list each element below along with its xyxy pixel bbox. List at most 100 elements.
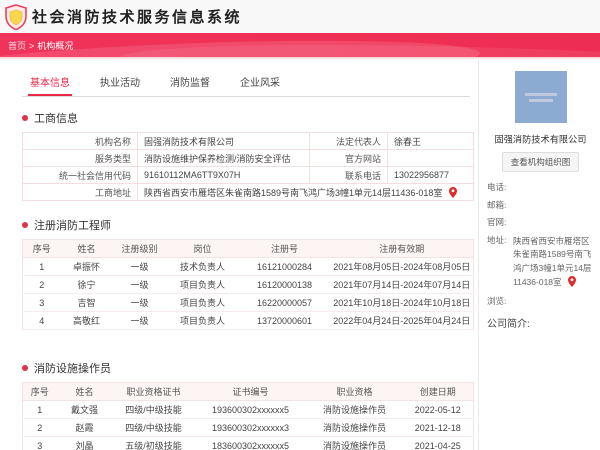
section-engineers: 注册消防工程师 [22, 217, 470, 233]
table-cell: 4 [22, 311, 61, 330]
views-label: 浏览: [487, 296, 507, 307]
column-header: 序号 [22, 239, 61, 258]
table-row: 统一社会信用代码 91610112MA6TT9X07H 联系电话 1302295… [22, 166, 474, 184]
table-cell: 消防设施操作员 [306, 418, 403, 437]
column-header: 注册级别 [112, 239, 167, 258]
website-value [387, 149, 474, 167]
address-value: 陕西省西安市雁塔区朱雀南路1589号南飞鸿广场3幢1单元14层11436-018… [513, 235, 592, 287]
email-label: 邮箱: [487, 199, 507, 210]
location-pin-icon[interactable] [448, 186, 457, 198]
section-dot-icon [22, 115, 28, 121]
table-row: 2 徐宁 一级 项目负责人 16120000138 2021年07月14日-2024年07… [22, 275, 474, 294]
table-cell: 消防设施操作员 [306, 436, 403, 450]
table-cell: 16220000057 [238, 293, 331, 312]
column-header: 注册有效期 [330, 239, 474, 258]
table-cell: 2021年07月14日-2024年07月14日 [330, 275, 474, 294]
table-cell: 2022-05-12 [402, 400, 474, 419]
app-title: 社会消防技术服务信息系统 [32, 9, 243, 26]
company-sidebar: 固强消防技术有限公司 查看机构组织图 电话: 邮箱: 官网: 地址: 陕西省西安… [478, 60, 600, 450]
sidebar-company-name: 固强消防技术有限公司 [494, 135, 587, 146]
section-title-text: 消防设施操作员 [34, 363, 111, 375]
table-cell: 项目负责人 [166, 293, 239, 312]
company-logo-image [514, 71, 567, 123]
column-header: 岗位 [166, 239, 239, 258]
table-cell: 193600302xxxxxx5 [194, 400, 307, 419]
section-dot-icon [22, 365, 28, 371]
sidebar-website-row: 官网: [487, 217, 594, 228]
service-type-label: 服务类型 [22, 149, 138, 167]
table-row: 1 卓振怀 一级 技术负责人 16121000284 2021年08月05日-2024年0… [22, 257, 474, 276]
table-row: 3 吉智 一级 项目负责人 16220000057 2021年10月18日-2024年10… [22, 293, 474, 312]
table-cell: 项目负责人 [166, 275, 239, 294]
contact-phone-label: 联系电话 [309, 166, 388, 184]
table-cell: 一级 [112, 311, 167, 330]
table-cell: 项目负责人 [166, 311, 239, 330]
column-header: 序号 [22, 382, 57, 401]
tab-basic-info[interactable]: 基本信息 [28, 68, 72, 96]
column-header: 职业资格 [306, 382, 403, 401]
tab-company-showcase[interactable]: 企业风采 [238, 68, 282, 96]
table-cell: 技术负责人 [166, 257, 239, 276]
tab-fire-supervision[interactable]: 消防监督 [168, 68, 212, 96]
table-row: 服务类型 消防设施维护保养检测/消防安全评估 官方网站 [22, 149, 474, 167]
operators-table: 序号 姓名 职业资格证书 证书编号 职业资格 创建日期 1 戴文强 四级/中级技能 193600… [22, 382, 474, 450]
breadcrumb-separator: > [29, 40, 35, 51]
business-address-label: 工商地址 [22, 183, 138, 201]
table-cell: 2021-12-18 [402, 418, 474, 437]
breadcrumb: 首页 > 机构概况 [8, 39, 73, 52]
table-cell: 2 [22, 418, 57, 437]
table-header-row: 序号 姓名 注册级别 岗位 注册号 注册有效期 [22, 239, 474, 258]
engineers-table: 序号 姓名 注册级别 岗位 注册号 注册有效期 1 卓振怀 一级 技术负责人 1612100028… [22, 239, 474, 330]
main-content: 基本信息 执业活动 消防监督 企业风采 工商信息 机构名称 固强消防技术有限公司… [0, 60, 478, 450]
column-header: 注册号 [238, 239, 331, 258]
table-cell: 13720000601 [238, 311, 331, 330]
table-header-row: 序号 姓名 职业资格证书 证书编号 职业资格 创建日期 [22, 382, 474, 401]
shield-logo-icon [5, 3, 27, 30]
org-name-value: 固强消防技术有限公司 [137, 132, 310, 150]
phone-label: 电话: [487, 182, 507, 192]
table-row: 3 刘晶 五级/初级技能 183600302xxxxxx5 消防设施操作员 2021-04… [22, 436, 474, 450]
legal-rep-value: 徐春王 [387, 132, 474, 150]
table-cell: 2021年08月05日-2024年08月05日 [330, 257, 474, 276]
app-header: 社会消防技术服务信息系统 [0, 0, 600, 33]
company-profile-label: 公司简介: [487, 318, 530, 330]
breadcrumb-banner: 首页 > 机构概况 [0, 33, 600, 57]
table-cell: 3 [22, 293, 61, 312]
section-title-text: 工商信息 [34, 113, 78, 125]
table-cell: 四级/中级技能 [112, 418, 195, 437]
table-cell: 1 [22, 257, 61, 276]
table-cell: 1 [22, 400, 57, 419]
contact-phone-value: 13022956877 [387, 166, 474, 184]
table-cell: 16120000138 [238, 275, 331, 294]
website-label: 官网: [487, 217, 507, 228]
sidebar-views-row: 浏览: [487, 296, 594, 307]
breadcrumb-home[interactable]: 首页 [8, 41, 26, 51]
table-row: 工商地址 陕西省西安市雁塔区朱雀南路1589号南飞鸿广场3幢1单元14层1143… [22, 183, 474, 201]
table-cell: 一级 [112, 257, 167, 276]
tab-practice-activity[interactable]: 执业活动 [98, 68, 142, 96]
table-cell: 2021年10月18日-2024年10月18日 [330, 293, 474, 312]
table-cell: 183600302xxxxxx5 [194, 436, 307, 450]
table-row: 1 戴文强 四级/中级技能 193600302xxxxxx5 消防设施操作员 2022-0… [22, 400, 474, 419]
view-org-chart-button[interactable]: 查看机构组织图 [501, 152, 580, 172]
table-cell: 五级/初级技能 [112, 436, 195, 450]
credit-code-value: 91610112MA6TT9X07H [137, 166, 310, 184]
business-info-table: 机构名称 固强消防技术有限公司 法定代表人 徐春王 服务类型 消防设施维护保养检… [22, 132, 474, 201]
table-cell: 刘晶 [56, 436, 113, 450]
table-cell: 3 [22, 436, 57, 450]
column-header: 证书编号 [194, 382, 307, 401]
credit-code-label: 统一社会信用代码 [22, 166, 138, 184]
tab-bar: 基本信息 执业活动 消防监督 企业风采 [22, 68, 470, 97]
table-row: 4 高敬红 一级 项目负责人 13720000601 2022年04月24日-2025年0… [22, 311, 474, 330]
location-pin-icon[interactable] [567, 275, 576, 287]
table-cell: 四级/中级技能 [112, 400, 195, 419]
views-value [513, 296, 594, 307]
business-address-value: 陕西省西安市雁塔区朱雀南路1589号南飞鸿广场3幢1单元14层11436-018… [144, 187, 443, 198]
table-row: 机构名称 固强消防技术有限公司 法定代表人 徐春王 [22, 132, 474, 150]
table-cell: 一级 [112, 293, 167, 312]
column-header: 姓名 [56, 382, 113, 401]
column-header: 职业资格证书 [112, 382, 195, 401]
table-cell: 2021-04-25 [402, 436, 474, 450]
table-cell: 16121000284 [238, 257, 331, 276]
table-cell: 徐宁 [60, 275, 113, 294]
